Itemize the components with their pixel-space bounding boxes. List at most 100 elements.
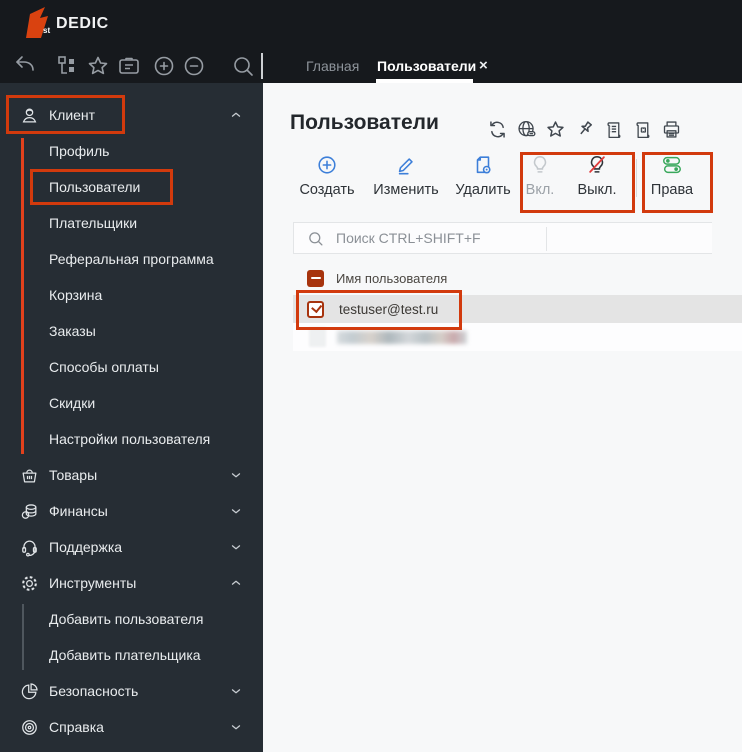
toggles-icon (661, 154, 683, 176)
report-scroll-icon[interactable] (603, 119, 624, 140)
refresh-icon[interactable] (487, 119, 508, 140)
sidebar-item-users[interactable]: Пользователи (0, 169, 263, 205)
logo[interactable]: st DEDIC (16, 4, 166, 42)
tab-users[interactable]: Пользователи (377, 58, 476, 74)
tab-home[interactable]: Главная (306, 58, 359, 74)
sidebar-item-label: Клиент (49, 107, 96, 123)
client-submenu: Профиль Пользователи Плательщики Реферал… (0, 133, 263, 457)
search-icon (307, 230, 324, 247)
plus-circle-icon (316, 154, 338, 176)
coins-icon (20, 502, 39, 521)
action-label: Выкл. (577, 182, 617, 198)
row-checkbox-redacted[interactable] (309, 327, 326, 347)
title-icon-row (487, 119, 682, 140)
username-cell-redacted (337, 330, 467, 344)
sidebar-item-profile[interactable]: Профиль (0, 133, 263, 169)
sidebar-item-label: Товары (49, 467, 98, 483)
sidebar-item-discounts[interactable]: Скидки (0, 385, 263, 421)
table-row[interactable]: testuser@test.ru (293, 295, 742, 323)
app-window: st DEDIC Главная Пользователи × Клиент П… (0, 0, 742, 752)
rights-button[interactable]: Права (629, 154, 715, 198)
sidebar-item-label: Поддержка (49, 539, 123, 555)
globe-link-icon[interactable] (516, 119, 537, 140)
pie-chart-icon (20, 682, 39, 701)
sidebar-item-tools[interactable]: Инструменты (0, 565, 263, 601)
search-icon[interactable] (231, 54, 255, 78)
sidebar-item-label: Настройки пользователя (49, 431, 211, 447)
action-label: Изменить (373, 182, 439, 198)
row-checkbox[interactable] (307, 300, 324, 318)
sidebar-item-security[interactable]: Безопасность (0, 673, 263, 709)
tree-icon[interactable] (56, 54, 80, 78)
disable-button[interactable]: Выкл. (554, 154, 640, 198)
action-label: Права (650, 182, 694, 198)
logo-text: DEDIC (56, 15, 109, 32)
excel-export-icon[interactable] (632, 119, 653, 140)
printer-icon[interactable] (661, 119, 682, 140)
sidebar-item-payment-methods[interactable]: Способы оплаты (0, 349, 263, 385)
star-icon[interactable] (86, 54, 110, 78)
sidebar-item-label: Инструменты (49, 575, 137, 591)
sidebar-item-label: Корзина (49, 287, 103, 303)
sidebar-item-label: Добавить плательщика (49, 647, 201, 663)
search-input[interactable] (334, 229, 538, 247)
star-icon[interactable] (545, 119, 566, 140)
sidebar-item-label: Финансы (49, 503, 108, 519)
logo-prefix: st (43, 26, 51, 35)
back-arrow-icon[interactable] (13, 54, 37, 78)
sidebar-item-label: Профиль (49, 143, 110, 159)
sidebar-item-add-payer[interactable]: Добавить плательщика (0, 637, 263, 673)
sidebar-item-label: Скидки (49, 395, 96, 411)
chevron-down-icon (229, 684, 243, 698)
pencil-icon (395, 154, 417, 176)
sidebar-item-products[interactable]: Товары (0, 457, 263, 493)
tools-submenu: Добавить пользователя Добавить плательщи… (0, 601, 263, 673)
edit-button[interactable]: Изменить (363, 154, 449, 198)
bulb-icon (529, 154, 551, 176)
toolbar-divider (261, 53, 263, 79)
sidebar-item-finance[interactable]: Финансы (0, 493, 263, 529)
tab-close-icon[interactable]: × (479, 57, 488, 74)
target-icon (20, 718, 39, 737)
zoom-in-icon[interactable] (152, 54, 176, 78)
column-header-username: Имя пользователя (336, 270, 448, 286)
chevron-down-icon (229, 504, 243, 518)
chevron-up-icon (229, 108, 243, 122)
sidebar-item-user-settings[interactable]: Настройки пользователя (0, 421, 263, 457)
sidebar-item-label: Реферальная программа (49, 251, 214, 267)
search-column-divider (546, 227, 547, 251)
chevron-up-icon (229, 576, 243, 590)
sidebar-item-payers[interactable]: Плательщики (0, 205, 263, 241)
table-row[interactable] (293, 323, 742, 351)
logo-mark-icon (19, 5, 55, 41)
username-cell: testuser@test.ru (339, 301, 439, 317)
action-label: Создать (299, 182, 355, 198)
table-header-row: Имя пользователя (293, 262, 742, 294)
headset-icon (20, 538, 39, 557)
sidebar-item-label: Способы оплаты (49, 359, 159, 375)
sidebar-item-help[interactable]: Справка (0, 709, 263, 745)
sidebar-item-add-user[interactable]: Добавить пользователя (0, 601, 263, 637)
action-label: Вкл. (525, 182, 555, 198)
search-bar (293, 222, 712, 254)
sidebar-item-client[interactable]: Клиент (0, 97, 263, 133)
sidebar-item-label: Заказы (49, 323, 96, 339)
sidebar-item-cart[interactable]: Корзина (0, 277, 263, 313)
gear-icon (20, 574, 39, 593)
sidebar-item-support[interactable]: Поддержка (0, 529, 263, 565)
sidebar-item-orders[interactable]: Заказы (0, 313, 263, 349)
zoom-out-icon[interactable] (182, 54, 206, 78)
top-bar: st DEDIC Главная Пользователи × (0, 0, 742, 83)
sidebar-item-label: Плательщики (49, 215, 138, 231)
select-all-checkbox[interactable] (307, 269, 324, 287)
sidebar-item-label: Безопасность (49, 683, 139, 699)
sidebar: Клиент Профиль Пользователи Плательщики … (0, 83, 263, 752)
page-title: Пользователи (290, 111, 439, 134)
pin-icon[interactable] (574, 119, 595, 140)
sidebar-item-label: Пользователи (49, 179, 141, 195)
create-button[interactable]: Создать (284, 154, 370, 198)
chevron-down-icon (229, 468, 243, 482)
chevron-down-icon (229, 720, 243, 734)
tasks-badge-icon[interactable] (117, 54, 141, 78)
sidebar-item-referral[interactable]: Реферальная программа (0, 241, 263, 277)
